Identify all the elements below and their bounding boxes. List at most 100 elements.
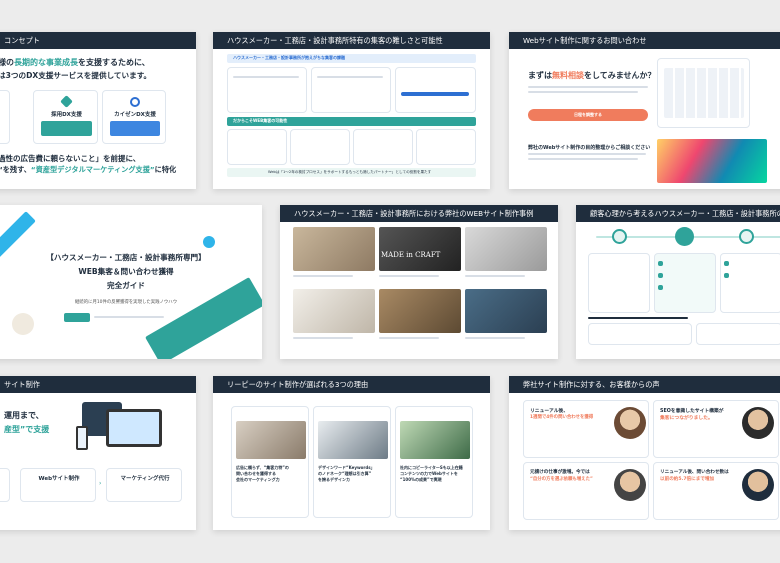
reason-photo — [318, 421, 388, 459]
check-icon — [658, 273, 663, 278]
challenge-card — [311, 67, 391, 113]
service-card-desc — [110, 121, 160, 136]
avatar — [614, 407, 646, 439]
slide-challenges[interactable]: ハウスメーカー・工務店・設計事務所特有の集客の難しさと可能性 ハウスメーカー・工… — [213, 32, 490, 189]
service-step-partial — [0, 468, 10, 502]
testimonial-headline: 元請けの仕事が激増。今では — [530, 470, 590, 475]
portfolio-thumb[interactable] — [379, 289, 461, 333]
possibility-card — [227, 129, 287, 165]
testimonial-headline: SEOを意識したサイト構築が — [660, 409, 724, 414]
service-card-recruit[interactable]: 採用DX支援 — [33, 90, 98, 144]
reason-card-1[interactable]: 広告に頼らず、“集客力特”の 問い合わせを獲得する 会社のマーケティング力 — [231, 406, 309, 518]
slide-testimonials[interactable]: 弊社サイト制作に対する、お客様からの声 リニューアル後、 1週間で4件の問い合わ… — [509, 376, 780, 530]
service-card-title: カイゼンDX支援 — [114, 112, 156, 118]
slide-header: 弊社サイト制作に対する、お客様からの声 — [509, 376, 780, 393]
contact-section-title: 弊社のWebサイト制作の目的整理からご相談ください — [528, 145, 651, 151]
concept-bottom-2: “を残す、“資産型デジタルマーケティング支援”に特化 — [0, 165, 177, 174]
slide-portfolio[interactable]: ハウスメーカー・工務店・設計事務所における弊社のWEBサイト制作事例 MADE … — [280, 205, 558, 359]
reason-text-line: を誇るデザインカ — [318, 477, 350, 482]
testimonial-headline: “自分の方を選ぶ依頼も増えた” — [530, 477, 593, 482]
testimonial-headline: 以前の約5.7倍にまで増加 — [660, 477, 715, 482]
slide-contact[interactable]: Webサイト制作に関するお問い合わせ まずは無料相談をしてみませんか？ 日程を調… — [509, 32, 780, 189]
step-icon — [675, 227, 694, 246]
check-icon — [724, 273, 729, 278]
portfolio-thumb[interactable] — [379, 227, 461, 271]
strategy-column — [720, 253, 780, 313]
concept-bottom-1: 過性の広告費に頼らないこと」を前提に、 — [0, 154, 141, 163]
production-line-2: 産型”で支援 — [4, 425, 50, 434]
avatar — [742, 469, 774, 501]
service-step-web[interactable]: Webサイト制作 — [20, 468, 96, 502]
diamond-icon — [60, 95, 73, 108]
challenge-card — [395, 67, 476, 113]
schedule-button-label: 日程を調整する — [574, 112, 602, 117]
challenge-banner-text: ハウスメーカー・工務店・設計事務所が抱えがちな集客の課題 — [233, 55, 345, 60]
avatar — [742, 407, 774, 439]
survey-card — [696, 323, 780, 345]
arrow-right-icon: › — [99, 480, 102, 487]
testimonial-headline: 集客につながりました。 — [660, 416, 713, 421]
portfolio-collage — [657, 139, 767, 183]
service-step-title: マーケティング代行 — [120, 476, 170, 482]
summary-text: Webは「1〜2年の検討プロセス」をサポートするもっとも適したパートナー」として… — [268, 170, 432, 174]
testimonial-card[interactable]: 元請けの仕事が激増。今では “自分の方を選ぶ依頼も増えた” — [523, 462, 649, 520]
guide-title-line-1: 【ハウスメーカー・工務店・設計事務所専門】 — [46, 253, 206, 262]
service-card-title: 採用DX支援 — [51, 112, 82, 118]
calendar-grid — [664, 68, 744, 118]
testimonial-card[interactable]: リニューアル後、 1週間で4件の問い合わせを獲得 — [523, 400, 649, 458]
gear-icon — [130, 97, 140, 107]
reason-text-line: 会社のマーケティング力 — [236, 477, 280, 482]
slide-header: ハウスメーカー・工務店・設計事務所における弊社のWEBサイト制作事例 — [280, 205, 558, 222]
slide-guide-title[interactable]: 【ハウスメーカー・工務店・設計事務所専門】 WEB集客＆問い合わせ獲得 完全ガイ… — [0, 205, 262, 359]
testimonial-card[interactable]: リニューアル後、問い合わせ数は 以前の約5.7倍にまで増加 — [653, 462, 779, 520]
guide-title-line-2: WEB集客＆問い合わせ獲得 — [78, 267, 174, 276]
slide-header: ハウスメーカー・工務店・設計事務所特有の集客の難しさと可能性 — [213, 32, 490, 49]
production-line-1: 運用まで、 — [4, 411, 44, 420]
reason-card-3[interactable]: 社内にコピーライターSも以上在籍 コンテンツの力でWebサイトを “100%の成… — [395, 406, 473, 518]
check-icon — [658, 285, 663, 290]
slide-concept[interactable]: コンセプト 様の長期的な事業成長を支援するために、 は3つのDX支援サービスを提… — [0, 32, 196, 189]
testimonial-headline: 1週間で4件の問い合わせを獲得 — [530, 415, 594, 420]
strategy-column — [654, 253, 716, 313]
reason-photo — [236, 421, 306, 459]
portfolio-thumb[interactable] — [465, 289, 547, 333]
guide-title-line-3: 完全ガイド — [107, 281, 145, 290]
portfolio-thumb[interactable] — [293, 289, 375, 333]
slide-header: サイト制作 — [0, 376, 196, 393]
contact-title: まずは無料相談をしてみませんか？ — [528, 71, 656, 80]
service-step-title: Webサイト制作 — [38, 476, 80, 482]
service-card-partial — [0, 90, 10, 144]
guide-badge — [64, 313, 90, 322]
service-card-kaizen[interactable]: カイゼンDX支援 — [102, 90, 166, 144]
teal-circle-shape — [203, 236, 215, 248]
testimonial-headline: リニューアル後、問い合わせ数は — [660, 470, 729, 475]
portfolio-thumb[interactable] — [465, 227, 547, 271]
slide-header: 顧客心理から考えるハウスメーカー・工務店・設計事務所の集客戦略 — [576, 205, 780, 222]
avatar — [614, 469, 646, 501]
portfolio-thumb[interactable] — [293, 227, 375, 271]
step-icon — [612, 229, 627, 244]
reason-card-2[interactable]: デザインワード“Keywords」 のノドネーク“理想は引き算” を誇るデザイン… — [313, 406, 391, 518]
slide-header: コンセプト — [0, 32, 196, 49]
slide-strategy[interactable]: 顧客心理から考えるハウスメーカー・工務店・設計事務所の集客戦略 — [576, 205, 780, 359]
portfolio-overlay-text: MADE in CRAFT — [381, 251, 441, 259]
reason-photo — [400, 421, 470, 459]
service-step-marketing[interactable]: マーケティング代行 — [106, 468, 182, 502]
slide-reasons[interactable]: リーピーのサイト制作が選ばれる3つの理由 広告に頼らず、“集客力特”の 問い合わ… — [213, 376, 490, 530]
step-icon — [739, 229, 754, 244]
survey-card — [588, 323, 692, 345]
testimonial-headline: リニューアル後、 — [530, 409, 569, 414]
reason-text-line: “100%の成果”で実現 — [400, 477, 442, 482]
concept-line-1: 様の長期的な事業成長を支援するために、 — [0, 58, 150, 67]
challenge-card — [227, 67, 307, 113]
testimonial-card[interactable]: SEOを意識したサイト構築が 集客につながりました。 — [653, 400, 779, 458]
device-mockup — [106, 409, 162, 447]
concept-line-2: は3つのDX支援サービスを提供しています。 — [0, 71, 152, 80]
beige-circle-shape — [12, 313, 34, 335]
device-mockup — [76, 426, 88, 450]
strategy-column — [588, 253, 650, 313]
possibility-banner-text: だからこそWEB集客の可能性 — [233, 118, 288, 123]
progress-bar — [401, 92, 469, 96]
service-card-desc — [41, 121, 92, 136]
slide-site-production[interactable]: サイト制作 運用まで、 産型”で支援 Webサイト制作 › マーケティング代行 — [0, 376, 196, 530]
